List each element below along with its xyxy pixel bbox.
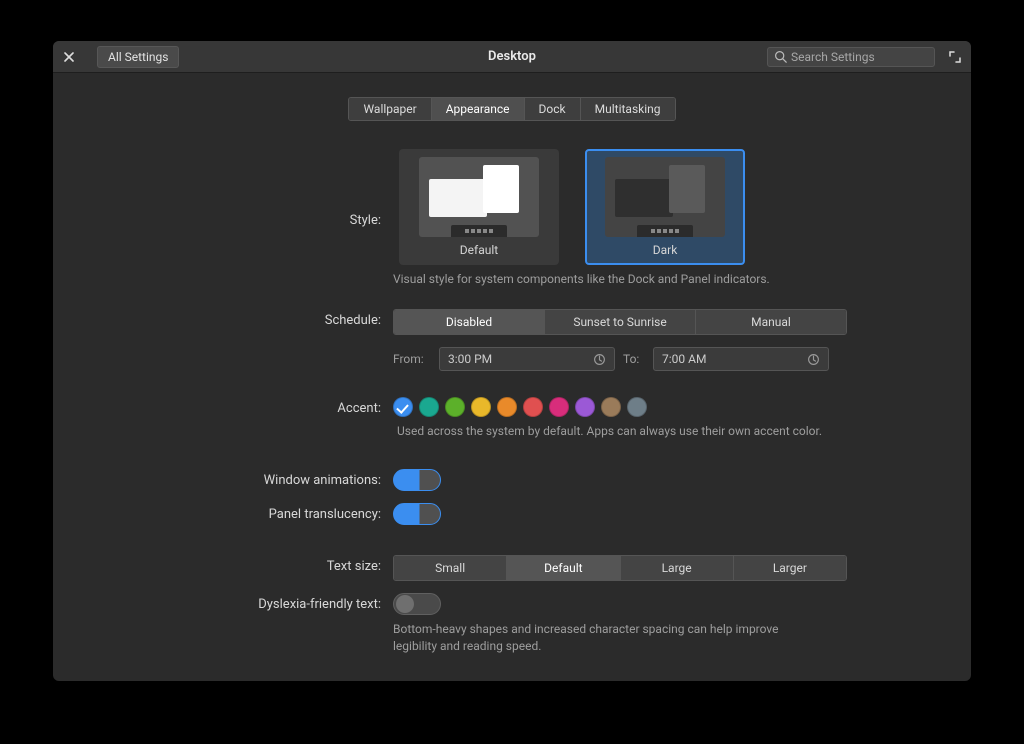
content-area: WallpaperAppearanceDockMultitasking Styl… (53, 73, 971, 681)
maximize-icon (949, 51, 961, 63)
search-icon (774, 50, 787, 63)
accent-swatch-slate[interactable] (627, 397, 647, 417)
dyslexia-toggle[interactable] (393, 593, 441, 615)
schedule-label: Schedule: (53, 309, 393, 328)
accent-swatch-pink[interactable] (549, 397, 569, 417)
schedule-to-field[interactable]: 7:00 AM (653, 347, 829, 371)
dyslexia-label: Dyslexia-friendly text: (53, 593, 393, 612)
tab-dock[interactable]: Dock (525, 98, 581, 120)
accent-swatch-brown[interactable] (601, 397, 621, 417)
text-size-row: Text size: SmallDefaultLargeLarger (53, 549, 971, 587)
style-label: Style: (53, 149, 393, 228)
text-size-option-default[interactable]: Default (507, 556, 620, 580)
schedule-option-disabled[interactable]: Disabled (394, 310, 545, 334)
panel-translucency-toggle[interactable] (393, 503, 441, 525)
titlebar: All Settings Desktop (53, 41, 971, 73)
schedule-row: Schedule: DisabledSunset to SunriseManua… (53, 303, 971, 377)
text-size-option-larger[interactable]: Larger (734, 556, 846, 580)
accent-swatch-yellow[interactable] (471, 397, 491, 417)
search-input[interactable] (791, 50, 928, 64)
accent-swatch-green[interactable] (445, 397, 465, 417)
dyslexia-row: Dyslexia-friendly text: Bottom-heavy sha… (53, 587, 971, 659)
text-size-option-large[interactable]: Large (621, 556, 734, 580)
text-size-label: Text size: (53, 555, 393, 574)
schedule-option-sunset[interactable]: Sunset to Sunrise (545, 310, 696, 334)
schedule-to-label: To: (623, 352, 645, 366)
schedule-to-value: 7:00 AM (662, 352, 706, 366)
style-thumbnail-default[interactable]: Default (399, 149, 559, 265)
accent-swatch-teal[interactable] (419, 397, 439, 417)
window-animations-label: Window animations: (53, 469, 393, 488)
accent-swatch-blue[interactable] (393, 397, 413, 417)
style-row: Style: Default Dark Visual style for syst… (53, 143, 971, 293)
accent-label: Accent: (53, 397, 393, 416)
close-button[interactable] (59, 47, 79, 67)
all-settings-button[interactable]: All Settings (97, 46, 179, 68)
window-animations-toggle[interactable] (393, 469, 441, 491)
accent-row: Accent: Used across the system by defaul… (53, 391, 971, 445)
panel-translucency-label: Panel translucency: (53, 503, 393, 522)
accent-help-text: Used across the system by default. Apps … (397, 423, 822, 439)
schedule-from-label: From: (393, 352, 431, 366)
search-field[interactable] (767, 47, 935, 67)
style-option-label: Default (407, 243, 551, 257)
settings-window: All Settings Desktop WallpaperAppearance… (53, 41, 971, 681)
text-size-option-small[interactable]: Small (394, 556, 507, 580)
close-icon (64, 52, 74, 62)
accent-swatch-purple[interactable] (575, 397, 595, 417)
schedule-from-field[interactable]: 3:00 PM (439, 347, 615, 371)
clock-icon (807, 353, 820, 366)
tab-multitasking[interactable]: Multitasking (581, 98, 675, 120)
schedule-from-value: 3:00 PM (448, 352, 492, 366)
schedule-option-manual[interactable]: Manual (696, 310, 846, 334)
style-option-label: Dark (593, 243, 737, 257)
accent-swatch-red[interactable] (523, 397, 543, 417)
accent-swatch-orange[interactable] (497, 397, 517, 417)
style-thumbnail-dark[interactable]: Dark (585, 149, 745, 265)
dyslexia-help-text: Bottom-heavy shapes and increased charac… (393, 621, 813, 653)
style-option-dark[interactable]: Dark (579, 149, 745, 265)
maximize-button[interactable] (945, 47, 965, 67)
style-help-text: Visual style for system components like … (393, 271, 770, 287)
panel-translucency-row: Panel translucency: (53, 497, 971, 531)
clock-icon (593, 353, 606, 366)
tab-wallpaper[interactable]: Wallpaper (349, 98, 431, 120)
style-option-default[interactable]: Default (393, 149, 559, 265)
category-tabs: WallpaperAppearanceDockMultitasking (53, 97, 971, 121)
window-animations-row: Window animations: (53, 463, 971, 497)
tab-appearance[interactable]: Appearance (432, 98, 525, 120)
